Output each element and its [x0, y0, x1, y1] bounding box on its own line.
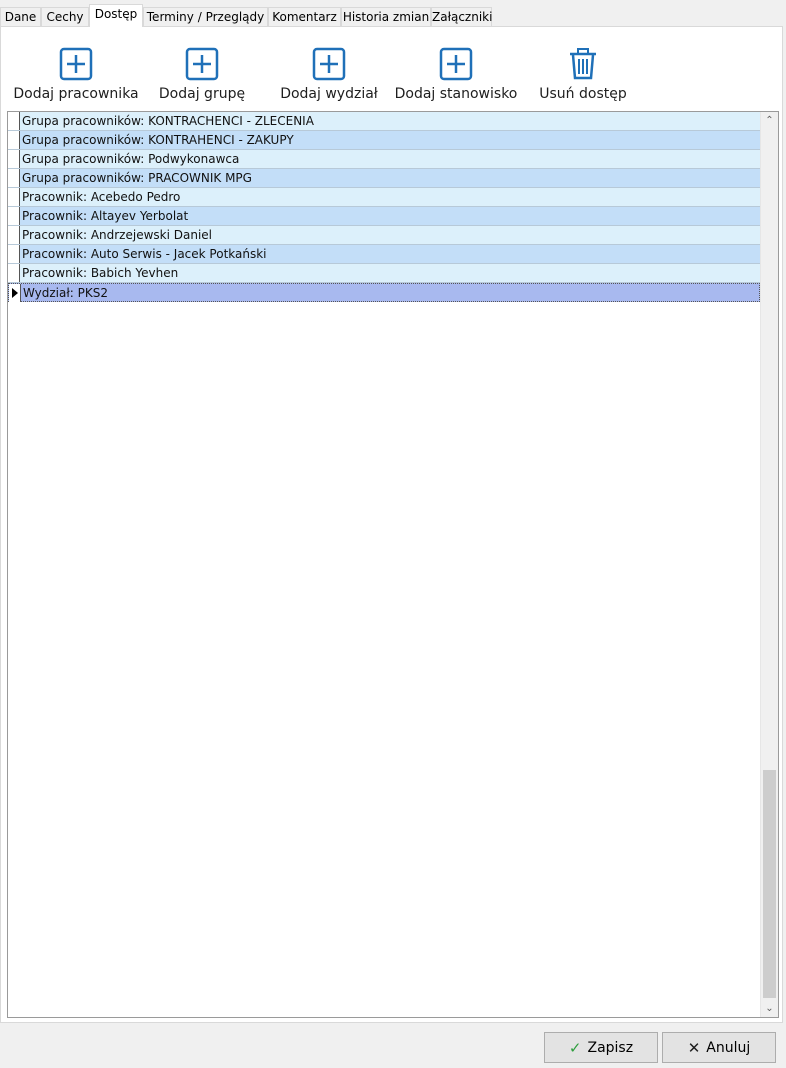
vertical-scrollbar[interactable]: ⌃ ⌄	[760, 112, 778, 1017]
access-row[interactable]: Pracownik: Auto Serwis - Jacek Potkański	[8, 245, 760, 264]
tab-historia-zmian[interactable]: Historia zmian	[341, 7, 431, 27]
row-indicator[interactable]	[8, 188, 20, 206]
access-row-text: Grupa pracowników: KONTRAHENCI - ZAKUPY	[22, 133, 294, 147]
row-indicator[interactable]	[9, 284, 21, 302]
row-indicator[interactable]	[8, 169, 20, 187]
access-row[interactable]: Pracownik: Altayev Yerbolat	[8, 207, 760, 226]
add-department-button[interactable]: Dodaj wydział	[277, 47, 381, 103]
add-position-label: Dodaj stanowisko	[394, 86, 518, 102]
tab-bar: Dane Cechy Dostęp Terminy / Przeglądy Ko…	[0, 4, 786, 27]
access-row[interactable]: Pracownik: Acebedo Pedro	[8, 188, 760, 207]
scroll-up-icon[interactable]: ⌃	[761, 112, 778, 129]
plus-box-icon	[439, 47, 473, 81]
row-indicator[interactable]	[8, 150, 20, 168]
trash-icon	[570, 48, 596, 80]
plus-box-icon	[185, 47, 219, 81]
access-row[interactable]: Pracownik: Andrzejewski Daniel	[8, 226, 760, 245]
tab-komentarz[interactable]: Komentarz	[268, 7, 341, 27]
access-row-text: Grupa pracowników: KONTRACHENCI - ZLECEN…	[22, 114, 314, 128]
add-group-button[interactable]: Dodaj grupę	[154, 47, 250, 103]
row-indicator[interactable]	[8, 112, 20, 130]
access-row[interactable]: Pracownik: Babich Yevhen	[8, 264, 760, 283]
access-panel: Dodaj pracownika Dodaj grupę Dodaj wydzi…	[0, 26, 783, 1023]
plus-box-icon	[312, 47, 346, 81]
row-indicator[interactable]	[8, 226, 20, 244]
access-row[interactable]: Grupa pracowników: PRACOWNIK MPG	[8, 169, 760, 188]
row-indicator[interactable]	[8, 245, 20, 263]
access-row[interactable]: Grupa pracowników: Podwykonawca	[8, 150, 760, 169]
tab-terminy-przeglady[interactable]: Terminy / Przeglądy	[143, 7, 268, 27]
remove-access-button[interactable]: Usuń dostęp	[535, 47, 631, 103]
scroll-down-icon[interactable]: ⌄	[761, 1000, 778, 1017]
add-position-button[interactable]: Dodaj stanowisko	[392, 47, 520, 103]
current-row-arrow-icon	[12, 288, 18, 298]
access-row-text: Grupa pracowników: PRACOWNIK MPG	[22, 171, 252, 185]
save-button[interactable]: ✓ Zapisz	[544, 1032, 658, 1063]
access-row[interactable]: Grupa pracowników: KONTRAHENCI - ZAKUPY	[8, 131, 760, 150]
access-row[interactable]: Grupa pracowników: KONTRACHENCI - ZLECEN…	[8, 112, 760, 131]
add-group-label: Dodaj grupę	[158, 86, 246, 102]
save-label: Zapisz	[587, 1039, 634, 1056]
row-indicator[interactable]	[8, 207, 20, 225]
access-row-text: Pracownik: Acebedo Pedro	[22, 190, 181, 204]
add-employee-button[interactable]: Dodaj pracownika	[9, 47, 143, 103]
cancel-label: Anuluj	[706, 1039, 751, 1056]
tab-cechy[interactable]: Cechy	[41, 7, 89, 27]
tab-dane[interactable]: Dane	[0, 7, 41, 27]
access-row-selected[interactable]: Wydział: PKS2	[8, 283, 760, 302]
access-row-text: Pracownik: Auto Serwis - Jacek Potkański	[22, 247, 267, 261]
cancel-button[interactable]: ✕ Anuluj	[662, 1032, 776, 1063]
row-indicator[interactable]	[8, 131, 20, 149]
access-list-grid[interactable]: Grupa pracowników: KONTRACHENCI - ZLECEN…	[7, 111, 779, 1018]
tab-zalaczniki[interactable]: Załączniki	[431, 7, 492, 27]
access-row-text: Grupa pracowników: Podwykonawca	[22, 152, 240, 166]
plus-box-icon	[59, 47, 93, 81]
remove-access-label: Usuń dostęp	[539, 86, 627, 102]
add-employee-label: Dodaj pracownika	[13, 86, 139, 102]
add-department-label: Dodaj wydział	[280, 86, 378, 102]
tab-dostep[interactable]: Dostęp	[89, 4, 143, 27]
access-row-text: Pracownik: Andrzejewski Daniel	[22, 228, 212, 242]
access-row-text: Wydział: PKS2	[23, 286, 108, 300]
close-icon: ✕	[687, 1038, 701, 1057]
access-row-text: Pracownik: Babich Yevhen	[22, 266, 179, 280]
scrollbar-thumb[interactable]	[763, 770, 776, 998]
checkmark-icon: ✓	[568, 1038, 582, 1057]
access-row-text: Pracownik: Altayev Yerbolat	[22, 209, 189, 223]
row-indicator[interactable]	[8, 264, 20, 282]
